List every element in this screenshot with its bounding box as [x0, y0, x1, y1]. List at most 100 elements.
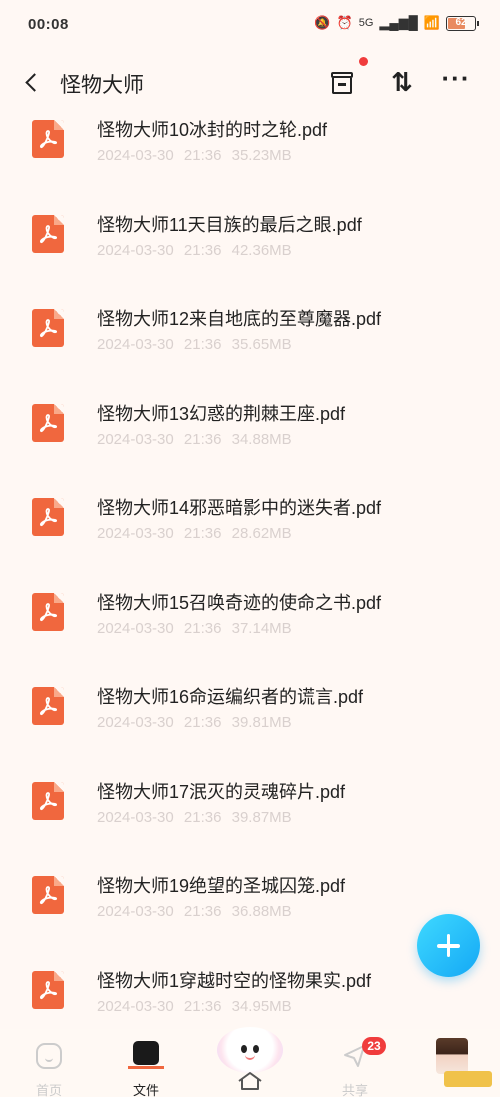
file-size: 42.36MB	[231, 241, 292, 259]
file-row[interactable]: 怪物大师12来自地底的至尊魔器.pdf 2024-03-30 21:36 35.…	[0, 297, 500, 392]
file-name: 怪物大师12来自地底的至尊魔器.pdf	[97, 309, 382, 329]
file-time: 21:36	[183, 336, 222, 353]
pdf-icon	[32, 309, 64, 347]
file-row[interactable]: 怪物大师11天目族的最后之眼.pdf 2024-03-30 21:36 42.3…	[0, 203, 500, 298]
file-time: 21:36	[183, 241, 222, 259]
file-meta: 2024-03-30 21:36 39.87MB	[97, 809, 292, 826]
file-size: 35.23MB	[231, 147, 292, 164]
battery-icon: 62	[446, 15, 479, 31]
status-icons: 🔕 ⏰ 5G ▂▄▆█ 📶 62	[314, 15, 479, 31]
header: 怪物大师 ⇅ ···	[0, 55, 500, 115]
file-date: 2024-03-30	[97, 430, 174, 448]
file-meta: 2024-03-30 21:36 37.14MB	[97, 620, 292, 637]
pdf-icon	[32, 970, 64, 1009]
mascot-icon	[217, 1027, 283, 1073]
back-icon[interactable]	[22, 71, 46, 95]
file-size: 36.88MB	[231, 903, 292, 920]
network-label: 5G	[358, 17, 374, 29]
file-name: 怪物大师11天目族的最后之眼.pdf	[97, 214, 362, 235]
file-time: 21:36	[183, 903, 222, 920]
file-size: 34.95MB	[231, 997, 292, 1015]
status-time: 00:08	[28, 16, 69, 33]
file-row[interactable]: 怪物大师14邪恶暗影中的迷失者.pdf 2024-03-30 21:36 28.…	[0, 486, 500, 581]
file-date: 2024-03-30	[97, 903, 174, 920]
pdf-icon	[32, 498, 64, 536]
file-name: 怪物大师19绝望的圣城囚笼.pdf	[97, 876, 346, 896]
nav-share-label: 共享	[341, 1083, 368, 1097]
file-time: 21:36	[183, 619, 222, 637]
nav-home-label: 首页	[35, 1083, 62, 1097]
battery-level: 62	[455, 16, 467, 28]
pdf-icon	[32, 781, 64, 820]
file-list: 怪物大师10冰封的时之轮.pdf 2024-03-30 21:36 35.23M…	[0, 108, 500, 1053]
nav-files[interactable]: 文件	[111, 1037, 181, 1097]
archive-icon[interactable]	[326, 67, 358, 99]
file-name: 怪物大师1穿越时空的怪物果实.pdf	[97, 970, 372, 991]
file-name: 怪物大师14邪恶暗影中的迷失者.pdf	[97, 498, 382, 518]
file-size: 37.14MB	[231, 619, 292, 637]
file-size: 39.81MB	[231, 714, 292, 731]
file-size: 34.88MB	[231, 430, 292, 448]
file-size: 39.87MB	[231, 808, 292, 826]
signal-icon: ▂▄▆█	[379, 15, 418, 30]
file-meta: 2024-03-30 21:36 28.62MB	[97, 525, 292, 542]
file-meta: 2024-03-30 21:36 39.81MB	[97, 714, 292, 731]
file-date: 2024-03-30	[97, 147, 174, 164]
file-row[interactable]: 怪物大师16命运编织者的谎言.pdf 2024-03-30 21:36 39.8…	[0, 675, 500, 770]
file-meta: 2024-03-30 21:36 34.95MB	[97, 998, 292, 1015]
file-size: 28.62MB	[231, 525, 292, 542]
center-home-icon	[237, 1071, 263, 1091]
file-name: 怪物大师13幻惑的荆棘王座.pdf	[97, 403, 346, 424]
file-row[interactable]: 怪物大师17泯灭的灵魂碎片.pdf 2024-03-30 21:36 39.87…	[0, 770, 500, 865]
notification-dot	[359, 57, 368, 66]
file-size: 35.65MB	[231, 336, 292, 353]
file-date: 2024-03-30	[97, 336, 174, 353]
home-icon	[36, 1043, 62, 1069]
file-time: 21:36	[183, 714, 222, 731]
active-tab-indicator	[128, 1066, 164, 1069]
file-row[interactable]: 怪物大师13幻惑的荆棘王座.pdf 2024-03-30 21:36 34.88…	[0, 392, 500, 487]
file-time: 21:36	[183, 808, 222, 826]
nav-files-label: 文件	[132, 1083, 159, 1097]
file-meta: 2024-03-30 21:36 35.23MB	[97, 147, 292, 164]
file-time: 21:36	[183, 525, 222, 542]
watermark-logo	[444, 1071, 492, 1087]
file-date: 2024-03-30	[97, 997, 174, 1015]
file-name: 怪物大师17泯灭的灵魂碎片.pdf	[97, 781, 346, 802]
pdf-icon	[32, 592, 64, 631]
wifi-icon: 📶	[423, 15, 440, 30]
more-icon[interactable]: ···	[440, 65, 472, 99]
nav-share[interactable]: 23 共享	[320, 1037, 390, 1097]
file-time: 21:36	[183, 147, 222, 164]
file-meta: 2024-03-30 21:36 42.36MB	[97, 242, 292, 259]
folder-icon	[133, 1041, 159, 1065]
alarm-icon: ⏰	[336, 15, 353, 30]
nav-home[interactable]: 首页	[14, 1037, 84, 1097]
add-button[interactable]	[417, 914, 480, 977]
file-meta: 2024-03-30 21:36 36.88MB	[97, 903, 292, 920]
file-date: 2024-03-30	[97, 808, 174, 826]
pdf-icon	[32, 214, 64, 253]
share-badge: 23	[362, 1037, 386, 1055]
file-row[interactable]: 怪物大师10冰封的时之轮.pdf 2024-03-30 21:36 35.23M…	[0, 108, 500, 203]
file-time: 21:36	[183, 430, 222, 448]
file-meta: 2024-03-30 21:36 35.65MB	[97, 336, 292, 353]
sort-icon[interactable]: ⇅	[386, 67, 418, 99]
file-date: 2024-03-30	[97, 619, 174, 637]
file-date: 2024-03-30	[97, 525, 174, 542]
file-name: 怪物大师10冰封的时之轮.pdf	[97, 120, 328, 140]
avatar[interactable]	[436, 1038, 468, 1074]
pdf-icon	[32, 876, 64, 914]
file-date: 2024-03-30	[97, 241, 174, 259]
nav-center-mascot[interactable]	[205, 1027, 295, 1097]
file-date: 2024-03-30	[97, 714, 174, 731]
file-row[interactable]: 怪物大师15召唤奇迹的使命之书.pdf 2024-03-30 21:36 37.…	[0, 581, 500, 676]
mute-icon: 🔕	[314, 15, 331, 30]
page-title: 怪物大师	[60, 74, 144, 97]
file-name: 怪物大师16命运编织者的谎言.pdf	[97, 687, 364, 707]
file-name: 怪物大师15召唤奇迹的使命之书.pdf	[97, 592, 382, 613]
status-bar: 00:08 🔕 ⏰ 5G ▂▄▆█ 📶 62	[0, 0, 500, 50]
pdf-icon	[32, 120, 64, 158]
pdf-icon	[32, 687, 64, 725]
file-time: 21:36	[183, 997, 222, 1015]
